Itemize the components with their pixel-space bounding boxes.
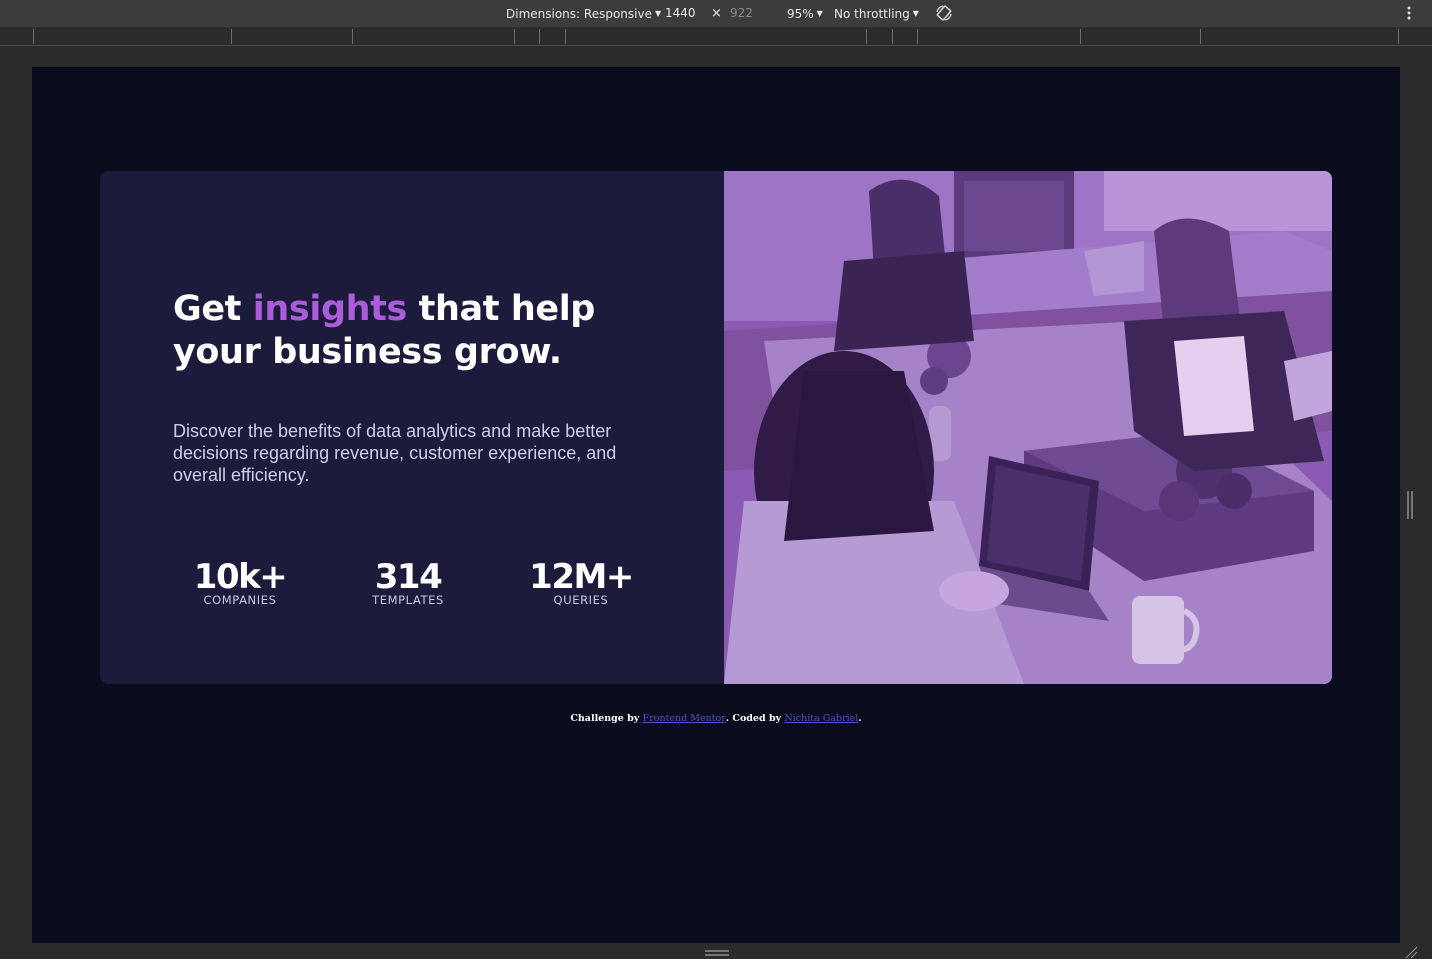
ruler-tick [33,29,34,44]
stats-row: 10k+ COMPANIES 314 TEMPLATES 12M+ QUERIE… [173,555,653,615]
rotate-icon[interactable] [934,3,954,23]
media-query-ruler[interactable] [0,27,1432,46]
dimensions-dropdown[interactable]: Dimensions: Responsive ▼ [506,6,661,22]
times-icon: × [711,6,722,21]
zoom-label: 95% [787,7,814,21]
stat-companies: 10k+ COMPANIES [173,555,307,607]
throttling-label: No throttling [834,7,910,21]
ruler-tick [231,29,232,44]
page-title: Get insights that help your business gro… [173,288,673,374]
frontend-mentor-link[interactable]: Frontend Mentor [643,713,726,724]
attribution-prefix: Challenge by [570,713,640,724]
dimensions-label: Dimensions: Responsive [506,7,652,21]
ruler-tick [917,29,918,44]
devtools-toolbar: Dimensions: Responsive ▼ 1440 × 922 95% ▼ … [0,0,1432,27]
throttling-dropdown[interactable]: No throttling ▼ [834,6,919,22]
zoom-dropdown[interactable]: 95% ▼ [787,6,823,22]
hero-description: Discover the benefits of data analytics … [173,421,617,485]
chevron-down-icon: ▼ [912,9,919,18]
stat-label: TEMPLATES [372,593,444,607]
title-accent: insights [252,289,407,329]
ruler-tick [565,29,566,44]
corner-resize-icon[interactable] [1404,945,1418,959]
ruler-tick [892,29,893,44]
title-part1: Get [173,289,241,329]
chevron-down-icon: ▼ [654,9,662,18]
attribution-suffix: . [858,713,862,724]
width-resize-handle[interactable] [1406,490,1414,520]
attribution-middle: . Coded by [725,713,782,724]
chevron-down-icon: ▼ [816,9,823,18]
ruler-tick [866,29,867,44]
ruler-tick [352,29,353,44]
ruler-tick [539,29,540,44]
more-options-icon[interactable] [1402,5,1416,21]
header-image [724,171,1332,684]
height-input[interactable]: 922 [730,6,753,21]
ruler-tick [1398,29,1399,44]
stats-preview-card: Get insights that help your business gro… [100,171,1332,684]
height-resize-handle[interactable] [704,949,730,957]
width-input[interactable]: 1440 [665,6,696,21]
ruler-tick [1080,29,1081,44]
stat-queries: 12M+ QUERIES [520,555,642,607]
ruler-tick [514,29,515,44]
ruler-tick [1200,29,1201,44]
author-link[interactable]: Nichita Gabriel [784,713,858,724]
attribution: Challenge by Frontend Mentor. Coded by N… [32,713,1400,724]
office-photo-illustration [724,171,1332,684]
stat-templates: 314 TEMPLATES [353,555,463,607]
page-viewport: Get insights that help your business gro… [32,67,1400,943]
card-content: Get insights that help your business gro… [100,171,724,684]
